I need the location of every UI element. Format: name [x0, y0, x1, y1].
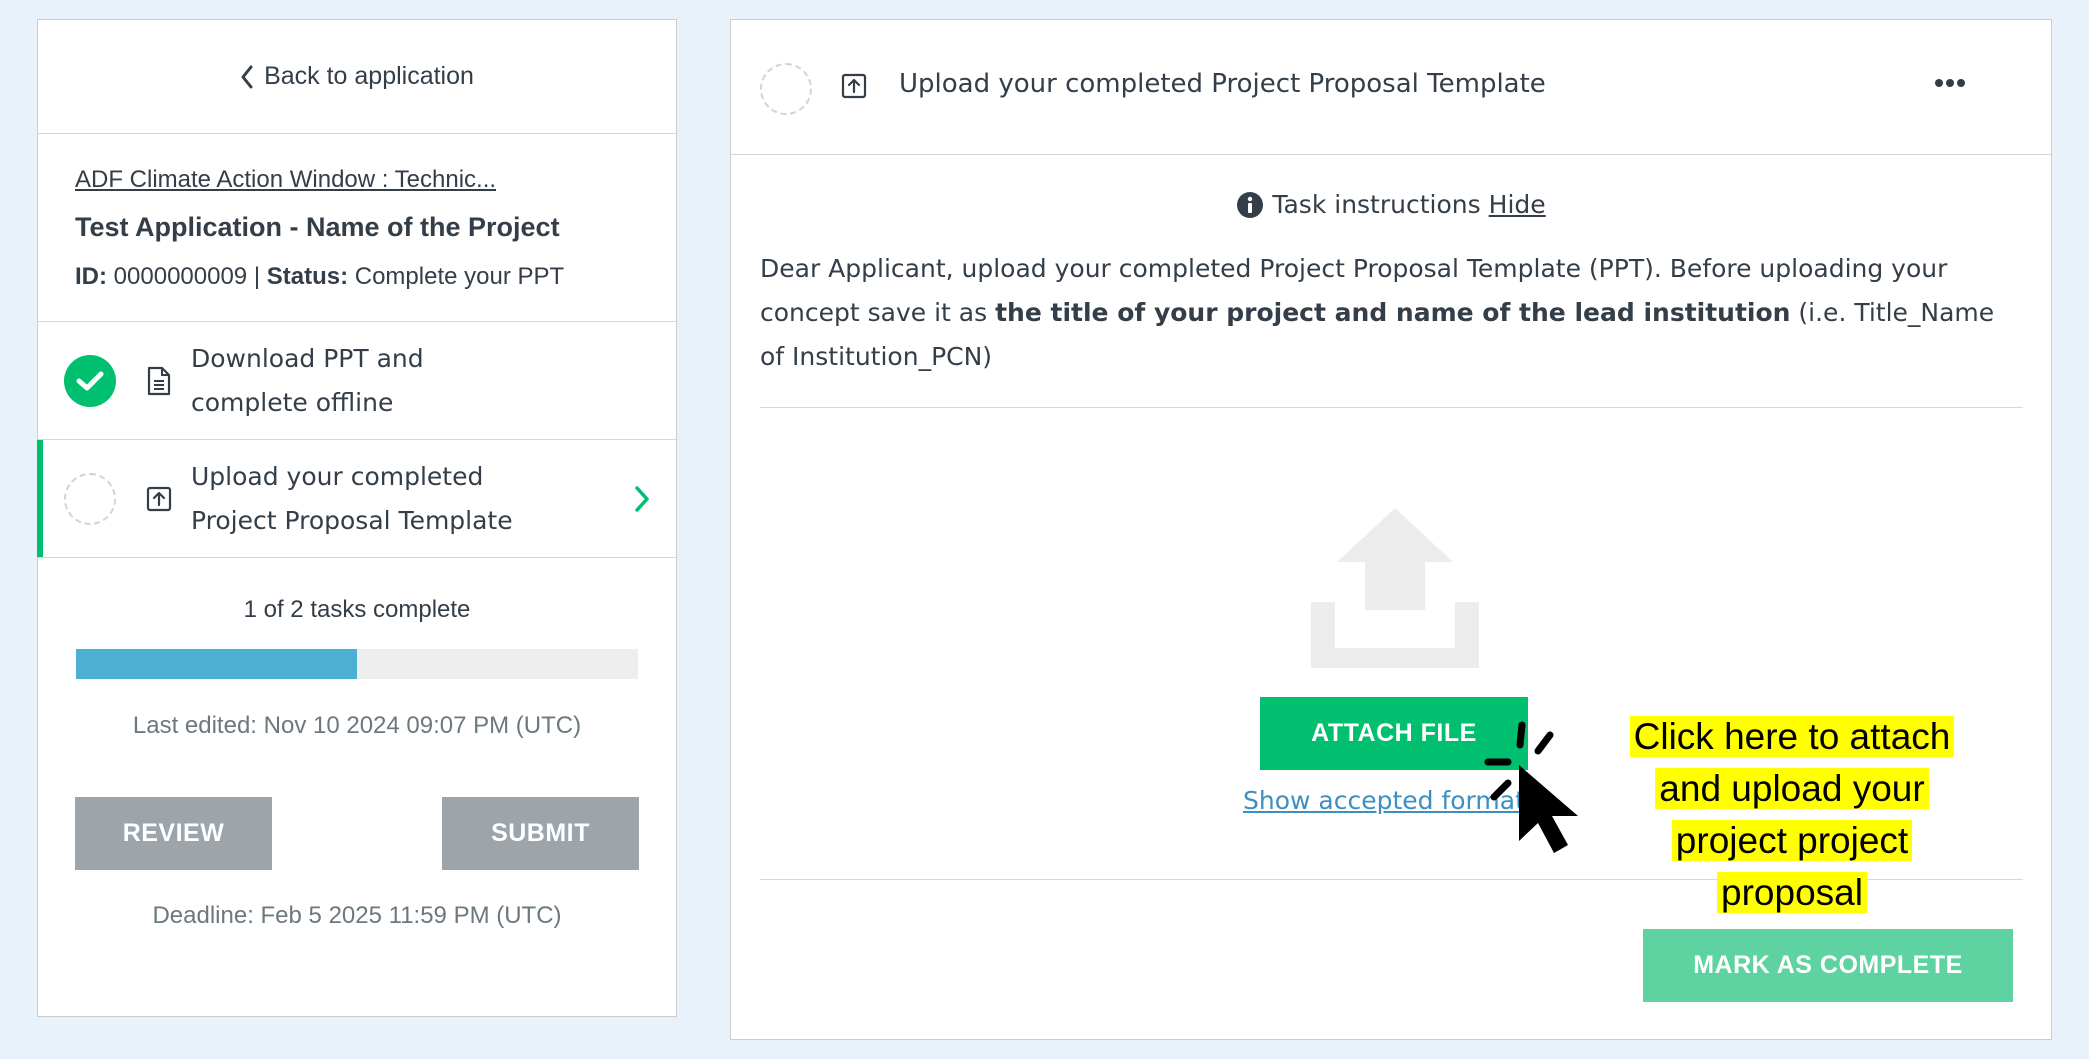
- task-instructions-header: Task instructions Hide: [731, 190, 2051, 219]
- review-button[interactable]: REVIEW: [75, 797, 272, 870]
- task-item-download-ppt[interactable]: Download PPT and complete offline: [38, 322, 676, 440]
- upload-icon: [841, 73, 867, 99]
- progress-section: 1 of 2 tasks complete Last edited: Nov 1…: [38, 558, 676, 930]
- task-header: Upload your completed Project Proposal T…: [731, 20, 2051, 155]
- action-buttons: REVIEW SUBMIT: [38, 797, 676, 870]
- task-label: Download PPT and complete offline: [191, 343, 424, 417]
- upload-arrow-icon: [1311, 508, 1479, 668]
- task-instructions-text: Dear Applicant, upload your completed Pr…: [760, 247, 2023, 408]
- empty-status-circle-icon: [64, 472, 116, 525]
- back-to-application-link[interactable]: Back to application: [38, 20, 676, 134]
- program-link[interactable]: ADF Climate Action Window : Technic...: [75, 166, 641, 194]
- id-label: ID:: [75, 263, 107, 290]
- more-options-icon[interactable]: [1934, 78, 1966, 88]
- progress-text: 1 of 2 tasks complete: [243, 596, 471, 623]
- progress-bar-fill: [76, 649, 357, 679]
- upload-icon: [146, 486, 172, 511]
- check-circle-icon: [64, 354, 116, 407]
- click-cursor-icon: [1484, 721, 1578, 853]
- instructions-label: Task instructions: [1272, 190, 1481, 219]
- status-value: Complete your PPT: [354, 263, 565, 290]
- status-label: Status:: [266, 263, 349, 290]
- mark-as-complete-button[interactable]: MARK AS COMPLETE: [1643, 929, 2013, 1002]
- application-sidebar: Back to application ADF Climate Action W…: [37, 19, 677, 1017]
- application-meta: ID: 0000000009 | Status: Complete your P…: [75, 263, 641, 291]
- instruction-callout: Click here to attach and upload your pro…: [1592, 711, 1992, 919]
- info-icon: [1237, 191, 1264, 218]
- hide-instructions-link[interactable]: Hide: [1489, 190, 1546, 219]
- document-icon: [147, 366, 171, 395]
- application-title: Test Application - Name of the Project: [75, 212, 560, 242]
- submit-button[interactable]: SUBMIT: [442, 797, 639, 870]
- back-label: Back to application: [264, 62, 474, 90]
- last-edited-text: Last edited: Nov 10 2024 09:07 PM (UTC): [132, 712, 582, 739]
- meta-separator: |: [253, 263, 261, 290]
- task-item-upload-ppt[interactable]: Upload your completed Project Proposal T…: [37, 440, 676, 558]
- chevron-right-icon: [635, 485, 649, 512]
- chevron-left-icon: [241, 65, 253, 88]
- progress-bar: [76, 649, 638, 679]
- task-title: Upload your completed Project Proposal T…: [899, 69, 1546, 99]
- deadline-text: Deadline: Feb 5 2025 11:59 PM (UTC): [152, 902, 562, 929]
- id-value: 0000000009: [113, 263, 248, 290]
- application-info: ADF Climate Action Window : Technic... T…: [38, 134, 676, 322]
- task-label: Upload your completed Project Proposal T…: [191, 461, 513, 535]
- empty-status-circle-icon: [760, 63, 812, 115]
